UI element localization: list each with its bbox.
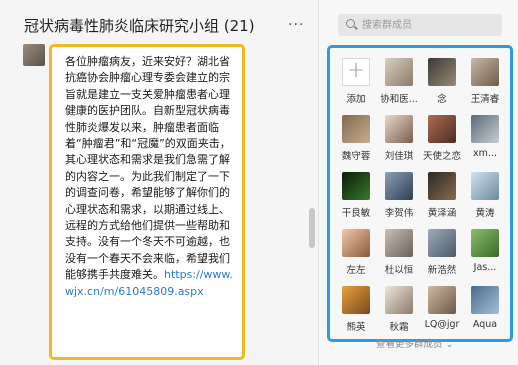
add-icon[interactable]: + xyxy=(342,58,370,86)
chat-scrollbar[interactable] xyxy=(309,208,315,248)
member-avatar[interactable] xyxy=(385,286,413,314)
member-item[interactable]: 左左 xyxy=(334,229,378,276)
member-item[interactable]: 刘佳琪 xyxy=(377,115,421,162)
message-text: 各位肿瘤病友，近来安好？湖北省抗癌协会肿瘤心理专委会建立的宗旨就是建立一支关爱肿… xyxy=(65,54,236,300)
member-name: LQ@jgr xyxy=(424,319,460,330)
member-name: Jas... xyxy=(473,262,497,273)
member-avatar[interactable] xyxy=(428,172,456,200)
member-name: 黄涛 xyxy=(475,208,495,219)
member-search[interactable] xyxy=(338,14,502,36)
chat-pane: 冠状病毒性肺炎临床研究小组 (21) ··· 各位肿瘤病友，近来安好？湖北省抗癌… xyxy=(0,0,318,365)
view-more-members-link[interactable]: 查看更多群成员 ⌄ xyxy=(376,336,453,350)
member-avatar[interactable] xyxy=(385,229,413,257)
member-name: xm... xyxy=(473,148,497,159)
member-grid: + 添加 协和医... 念 王清睿魏守蓉 刘佳琪 天使之恋 xm... 干良敏 李贺伟 黄泽涵 黄涛左… xyxy=(327,45,513,342)
member-avatar[interactable] xyxy=(471,115,499,143)
member-item[interactable]: 杜以恒 xyxy=(377,229,421,276)
member-item[interactable]: 念 xyxy=(420,58,464,105)
member-name: 新浩然 xyxy=(427,265,457,276)
more-options-icon[interactable]: ··· xyxy=(288,17,304,33)
member-name: 熊英 xyxy=(346,322,366,333)
member-name: 天使之恋 xyxy=(422,151,461,162)
chat-title: 冠状病毒性肺炎临床研究小组 (21) xyxy=(24,17,255,35)
member-name: 念 xyxy=(437,94,447,105)
member-name: 左左 xyxy=(346,265,366,276)
member-item[interactable]: 魏守蓉 xyxy=(334,115,378,162)
member-avatar[interactable] xyxy=(471,58,499,86)
member-name: 协和医... xyxy=(380,94,418,105)
member-name: 魏守蓉 xyxy=(341,151,371,162)
member-item[interactable]: Jas... xyxy=(463,229,507,273)
member-avatar[interactable] xyxy=(385,58,413,86)
member-name: 添加 xyxy=(346,94,366,105)
member-avatar[interactable] xyxy=(342,229,370,257)
member-avatar[interactable] xyxy=(428,115,456,143)
member-avatar[interactable] xyxy=(385,115,413,143)
member-item[interactable]: 天使之恋 xyxy=(420,115,464,162)
member-item[interactable]: LQ@jgr xyxy=(420,286,464,330)
member-name: 王清睿 xyxy=(470,94,500,105)
member-search-input[interactable] xyxy=(362,17,494,33)
member-name: 黄泽涵 xyxy=(427,208,457,219)
message-body: 各位肿瘤病友，近来安好？湖北省抗癌协会肿瘤心理专委会建立的宗旨就是建立一支关爱肿… xyxy=(65,55,231,282)
member-item[interactable]: xm... xyxy=(463,115,507,159)
member-avatar[interactable] xyxy=(342,286,370,314)
member-name: 杜以恒 xyxy=(384,265,414,276)
member-avatar[interactable] xyxy=(342,115,370,143)
member-avatar[interactable] xyxy=(428,229,456,257)
message-bubble: 各位肿瘤病友，近来安好？湖北省抗癌协会肿瘤心理专委会建立的宗旨就是建立一支关爱肿… xyxy=(49,44,245,360)
member-avatar[interactable] xyxy=(471,172,499,200)
member-name: 秋霜 xyxy=(389,322,409,333)
member-avatar[interactable] xyxy=(428,58,456,86)
member-avatar[interactable] xyxy=(471,286,499,314)
member-name: Aqua xyxy=(472,319,498,330)
member-avatar[interactable] xyxy=(342,172,370,200)
member-avatar[interactable] xyxy=(428,286,456,314)
sender-avatar[interactable] xyxy=(23,44,45,66)
search-icon xyxy=(346,19,355,28)
member-item[interactable]: 黄涛 xyxy=(463,172,507,219)
member-name: 李贺伟 xyxy=(384,208,414,219)
member-name: 干良敏 xyxy=(341,208,371,219)
member-item[interactable]: 协和医... xyxy=(377,58,421,105)
member-item[interactable]: 王清睿 xyxy=(463,58,507,105)
member-avatar[interactable] xyxy=(385,172,413,200)
member-item[interactable]: Aqua xyxy=(463,286,507,330)
member-panel: + 添加 协和医... 念 王清睿魏守蓉 刘佳琪天使之恋 xm... 干良敏 李贺伟 黄泽涵 黄涛左… xyxy=(318,0,518,365)
member-item[interactable]: 干良敏 xyxy=(334,172,378,219)
member-item[interactable]: 黄泽涵 xyxy=(420,172,464,219)
member-item[interactable]: 李贺伟 xyxy=(377,172,421,219)
member-name: 刘佳琪 xyxy=(384,151,414,162)
member-item[interactable]: 新浩然 xyxy=(420,229,464,276)
member-item[interactable]: 秋霜 xyxy=(377,286,421,333)
member-item[interactable]: 熊英 xyxy=(334,286,378,333)
add-member-button[interactable]: + 添加 xyxy=(334,58,378,105)
member-avatar[interactable] xyxy=(471,229,499,257)
